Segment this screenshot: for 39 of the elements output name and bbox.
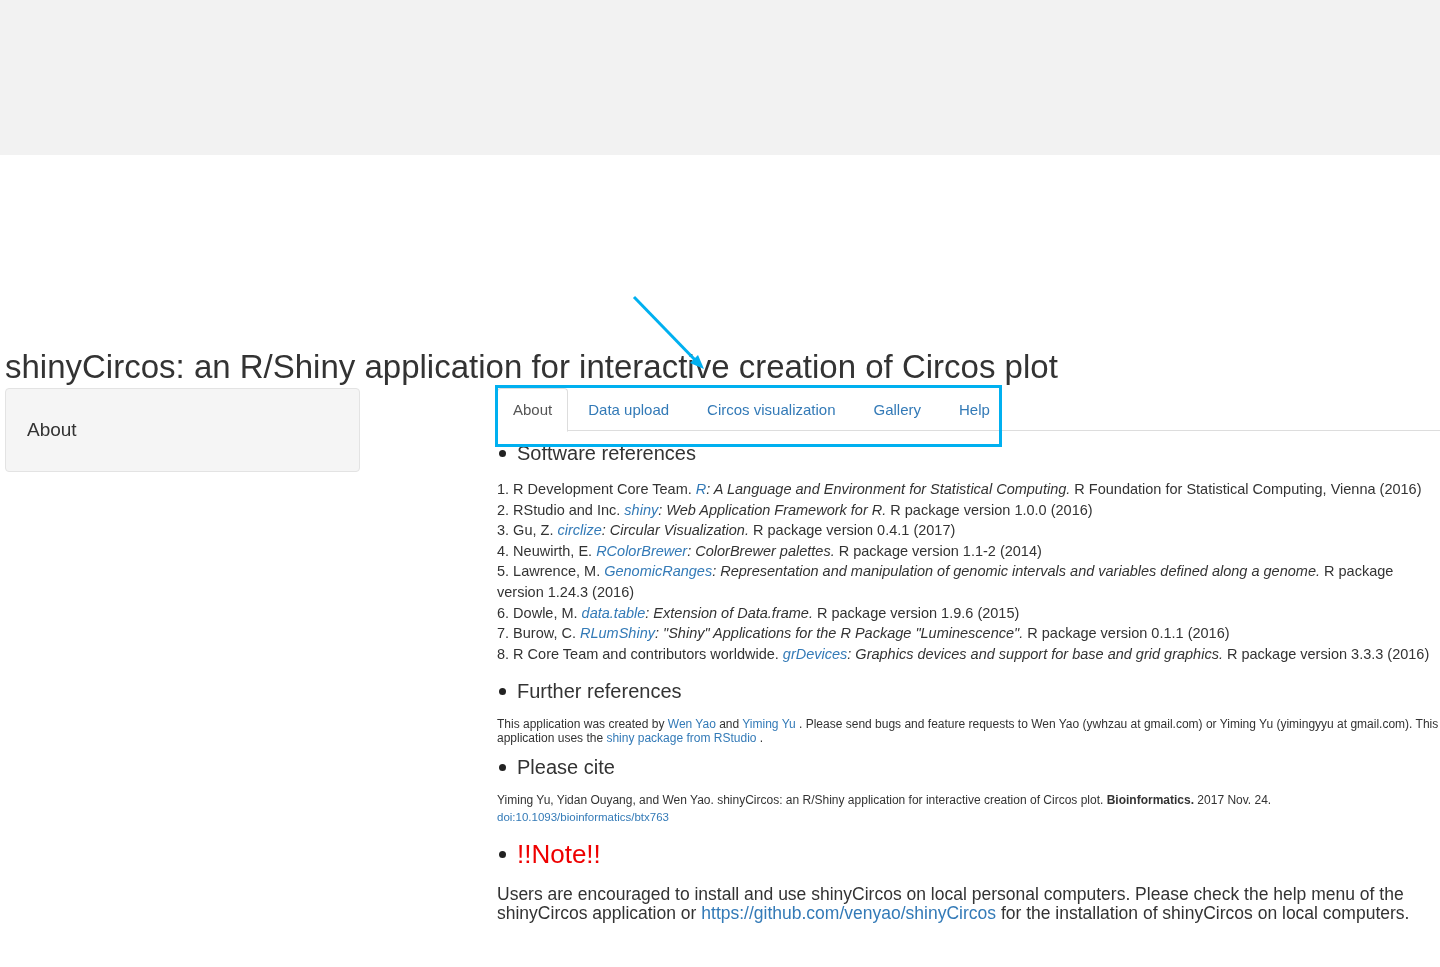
further-references-text: This application was created by Wen Yao and Yiming Yu . Please send bugs and feature requests to Wen Yao (ywhzau at gmail.com) or Yiming Yu (yimingyyu at gmail.com). This application uses the shiny package from RStudio . <box>497 717 1440 746</box>
section-heading: Software references <box>517 441 696 465</box>
link[interactable]: https://github.com/venyao/shinyCircos <box>701 903 996 924</box>
citation-text: Yiming Yu, Yidan Ouyang, and Wen Yao. shinyCircos: an R/Shiny application for interactive creation of Circos plot. Bioinformatics. 2017 Nov. 24. <box>497 793 1273 808</box>
note-text: Users are encouraged to install and use shinyCircos on local personal computers. Please check the help menu of the shinyCircos application or https://github.com/venyao/shinyCircos for the installation of shinyCircos on local computers. <box>497 885 1411 924</box>
link[interactable]: Yiming Yu <box>742 717 796 732</box>
reference-entry: 2. RStudio and Inc. shiny: Web Application Framework for R. R package version 1.0.0 (2016) <box>497 500 1094 520</box>
reference-entry: 1. R Development Core Team. R: A Language and Environment for Statistical Computing. R Foundation for Statistical Computing, Vienna (2016) <box>497 480 1423 499</box>
link[interactable]: shiny <box>624 501 659 518</box>
link[interactable]: circlize <box>557 522 602 539</box>
tab[interactable]: Gallery <box>853 388 939 432</box>
sidebar-label: About <box>27 419 77 440</box>
section-heading: Further references <box>517 679 682 703</box>
doi-link[interactable]: doi:10.1093/bioinformatics/btx763 <box>497 811 669 825</box>
bullet-icon <box>499 687 506 695</box>
link[interactable]: RColorBrewer <box>596 542 688 559</box>
tab[interactable]: Circos visualization <box>687 388 854 432</box>
tab[interactable]: About <box>497 388 569 432</box>
reference-entry: 6. Dowle, M. data.table: Extension of Data.frame. R package version 1.9.6 (2015) <box>497 603 1021 623</box>
link[interactable]: GenomicRanges <box>604 563 713 580</box>
reference-entry: 4. Neuwirth, E. RColorBrewer: ColorBrewer palettes. R package version 1.1-2 (2014) <box>497 541 1043 561</box>
reference-entry: 8. R Core Team and contributors worldwide. grDevices: Graphics devices and support for base and grid graphics. R package version 3.3.3 (2016) <box>497 644 1431 664</box>
link[interactable]: R <box>695 481 707 497</box>
reference-entry: 7. Burow, C. RLumShiny: "Shiny" Applications for the R Package "Luminescence". R package version 0.1.1 (2016) <box>497 624 1231 644</box>
link[interactable]: grDevices <box>782 645 848 662</box>
reference-entry: 5. Lawrence, M. GenomicRanges: Representation and manipulation of genomic intervals and variables defined along a genome. R package version 1.24.3 (2016) <box>497 562 1395 602</box>
section-heading: !!Note!! <box>517 838 601 870</box>
tab[interactable]: Data upload <box>568 388 688 432</box>
section-heading: Please cite <box>517 755 615 779</box>
link[interactable]: data.table <box>581 604 646 621</box>
bullet-icon <box>499 850 506 858</box>
link[interactable]: shiny package from RStudio <box>606 731 757 746</box>
bullet-icon <box>499 449 506 457</box>
bullet-icon <box>499 763 506 771</box>
reference-entry: 3. Gu, Z. circlize: Circular Visualization. R package version 0.4.1 (2017) <box>497 521 957 541</box>
link[interactable]: RLumShiny <box>580 625 655 642</box>
page-title: shinyCircos: an R/Shiny application for interactive creation of Circos plot <box>5 347 1059 387</box>
link[interactable]: Wen Yao <box>667 717 716 732</box>
tab[interactable]: Help <box>939 388 1008 432</box>
